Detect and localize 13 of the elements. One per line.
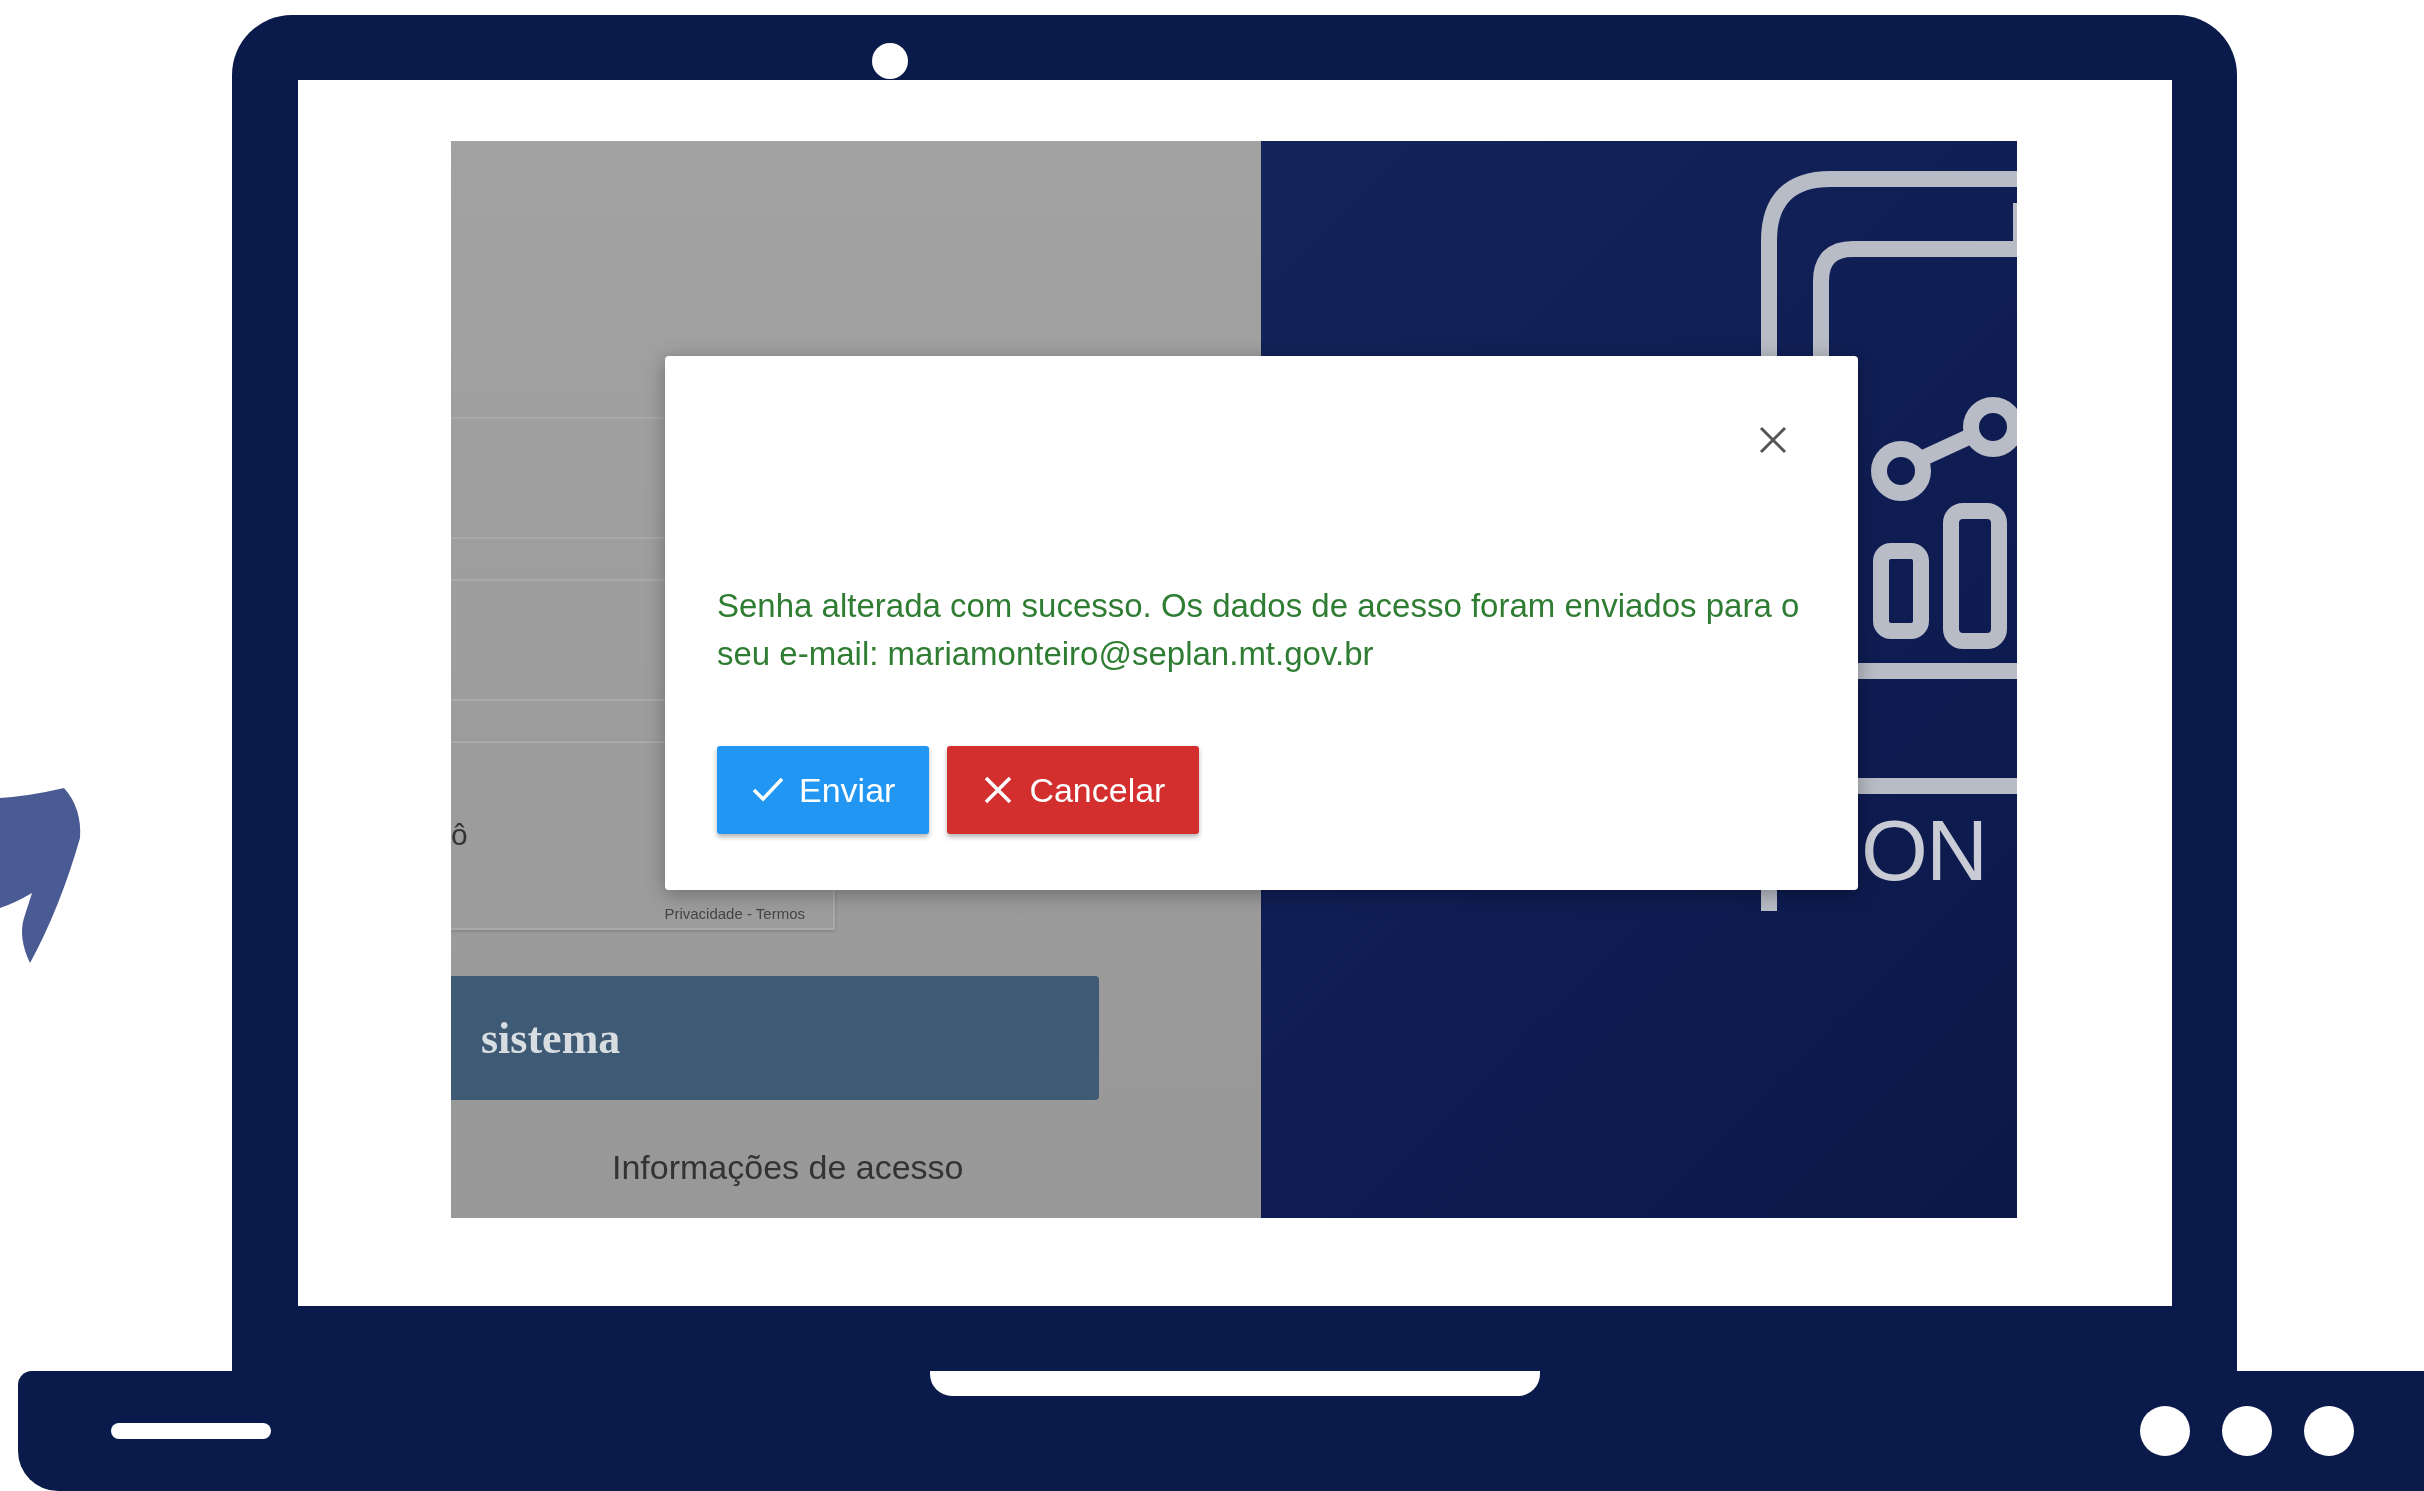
recaptcha-text: ô: [451, 818, 469, 852]
brand-text: ON: [1861, 801, 1986, 900]
close-icon[interactable]: [1759, 426, 1787, 454]
access-info-link[interactable]: Informações de acesso: [612, 1148, 964, 1187]
login-button[interactable]: sistema: [451, 976, 1099, 1100]
send-button[interactable]: Enviar: [717, 746, 930, 834]
cancel-button[interactable]: Cancelar: [947, 746, 1200, 834]
recaptcha-links[interactable]: Privacidade - Termos: [664, 905, 805, 922]
base-dot: [2140, 1406, 2190, 1456]
dialog-message: Senha alterada com sucesso. Os dados de acesso foram enviados para o seu e-mail: mariamonteiro@seplan.mt.gov.br: [717, 586, 1801, 674]
base-dot: [2304, 1406, 2354, 1456]
camera-dot: [872, 43, 908, 79]
base-dot: [2222, 1406, 2272, 1456]
